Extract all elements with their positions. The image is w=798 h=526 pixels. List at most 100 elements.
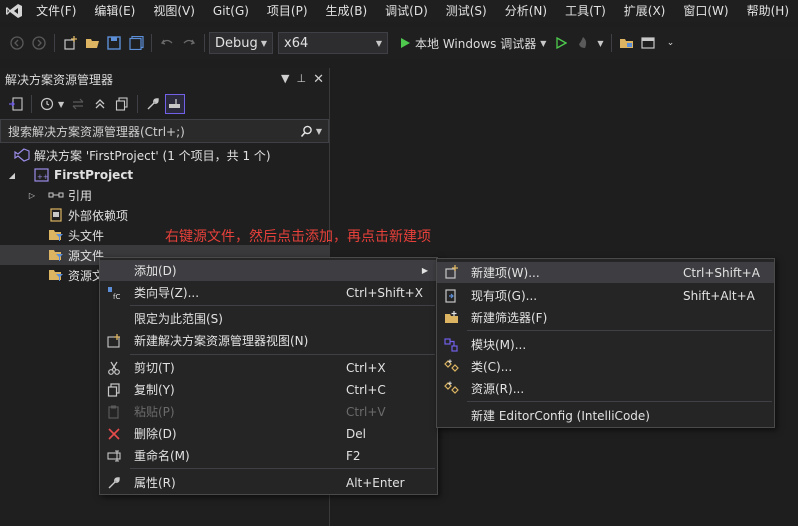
wrench-icon [106,475,122,491]
pending-changes-icon[interactable] [37,94,57,114]
chevron-down-icon[interactable]: ▼ [597,39,603,48]
solution-explorer-titlebar: 解决方案资源管理器 ▼ ⊥ ✕ [0,68,329,90]
forward-icon[interactable] [29,33,49,53]
menu-item-class-wizard[interactable]: fC 类向导(Z)... Ctrl+Shift+X [100,282,437,303]
solution-icon [14,148,30,162]
properties-icon[interactable] [143,94,163,114]
references-icon [48,188,64,202]
config-value: Debug [215,35,258,51]
panel-options-icon[interactable]: ▼ [281,72,289,87]
menu-project[interactable]: 项目(P) [258,0,317,22]
menu-item-existing-item[interactable]: 现有项(G)... Shift+Alt+A [437,285,774,306]
rename-icon [106,448,122,464]
start-without-debugging-icon[interactable] [551,33,571,53]
menu-item-shortcut: F2 [346,448,361,463]
menu-test[interactable]: 测试(S) [437,0,496,22]
hot-reload-icon[interactable] [573,33,593,53]
menu-item-label: 删除(D) [134,427,177,441]
external-deps-label: 外部依赖项 [68,208,129,223]
menu-debug[interactable]: 调试(D) [376,0,437,22]
chevron-down-icon[interactable]: ▼ [58,100,64,109]
menu-git[interactable]: Git(G) [204,0,258,22]
toolbar-separator [151,34,152,52]
menu-bar: 文件(F) 编辑(E) 视图(V) Git(G) 项目(P) 生成(B) 调试(… [0,0,798,22]
back-icon[interactable] [7,33,27,53]
tree-row-project[interactable]: ◢ ++ FirstProject [0,165,329,185]
expanded-triangle-icon[interactable]: ◢ [6,171,18,180]
collapsed-triangle-icon[interactable]: ▷ [26,191,38,200]
save-all-icon[interactable] [126,33,146,53]
sync-icon[interactable] [68,94,88,114]
menu-item-shortcut: Alt+Enter [346,475,405,490]
project-label: FirstProject [54,168,134,182]
window-layout-icon[interactable] [639,33,659,53]
preview-selected-icon[interactable] [165,94,186,114]
search-icon[interactable]: ▼ [300,125,322,138]
menu-item-new-view[interactable]: 新建解决方案资源管理器视图(N) [100,330,437,351]
new-item-icon [443,265,459,281]
menu-item-scope[interactable]: 限定为此范围(S) [100,308,437,329]
context-menu: 添加(D) ▶ fC 类向导(Z)... Ctrl+Shift+X 限定为此范围… [99,257,438,495]
start-debugging-button[interactable]: 本地 Windows 调试器 ▼ [396,35,550,52]
redo-icon[interactable] [179,33,199,53]
menu-item-label: 属性(R) [134,476,176,490]
show-all-files-icon[interactable] [112,94,132,114]
menu-window[interactable]: 窗口(W) [674,0,737,22]
save-icon[interactable] [104,33,124,53]
switch-views-icon[interactable] [6,94,26,114]
visual-studio-logo-icon[interactable] [0,0,27,22]
solution-explorer-search[interactable]: 搜索解决方案资源管理器(Ctrl+;) ▼ [0,119,329,143]
menu-item-editorconfig[interactable]: 新建 EditorConfig (IntelliCode) [437,405,774,426]
menu-item-copy[interactable]: 复制(Y) Ctrl+C [100,379,437,400]
new-filter-folder-icon [443,310,459,326]
menu-item-add[interactable]: 添加(D) ▶ [100,260,437,281]
toolbar-overflow-icon[interactable]: ⌄ [661,33,681,53]
menu-build[interactable]: 生成(B) [317,0,377,22]
open-file-icon[interactable] [82,33,102,53]
menu-analyze[interactable]: 分析(N) [496,0,556,22]
menu-item-label: 新建解决方案资源管理器视图(N) [134,334,309,348]
menu-item-module[interactable]: 模块(M)... [437,334,774,355]
toolbar-separator [54,34,55,52]
menu-item-label: 模块(M)... [471,338,527,352]
pin-icon[interactable]: ⊥ [297,72,307,87]
menu-item-label: 新建 EditorConfig (IntelliCode) [471,409,650,423]
menu-item-delete[interactable]: 删除(D) Del [100,423,437,444]
config-dropdown[interactable]: Debug ▼ [209,32,273,54]
menu-item-label: 类(C)... [471,360,513,374]
delete-x-icon [106,426,122,442]
tree-row-solution[interactable]: 解决方案 'FirstProject' (1 个项目，共 1 个) [0,145,329,165]
platform-dropdown[interactable]: x64 ▼ [278,32,388,54]
menu-item-paste[interactable]: 粘贴(P) Ctrl+V [100,401,437,422]
menu-tools[interactable]: 工具(T) [556,0,615,22]
solution-explorer-toolbar: ▼ [0,90,329,118]
cpp-project-icon: ++ [34,168,50,182]
menu-edit[interactable]: 编辑(E) [85,0,144,22]
menu-item-shortcut: Ctrl+Shift+A [683,265,760,280]
browse-icon[interactable] [617,33,637,53]
tree-row-references[interactable]: ▷ 引用 [0,185,329,205]
menu-item-cut[interactable]: 剪切(T) Ctrl+X [100,357,437,378]
menu-item-resource[interactable]: 资源(R)... [437,378,774,399]
menu-item-label: 粘贴(P) [134,405,175,419]
close-icon[interactable]: ✕ [313,72,324,87]
new-project-icon[interactable] [60,33,80,53]
menu-item-properties[interactable]: 属性(R) Alt+Enter [100,472,437,493]
menu-item-new-filter[interactable]: 新建筛选器(F) [437,307,774,328]
instruction-annotation: 右键源文件，然后点击添加，再点击新建项 [165,229,431,245]
undo-icon[interactable] [157,33,177,53]
menu-item-new-item[interactable]: 新建项(W)... Ctrl+Shift+A [437,262,774,283]
menu-item-rename[interactable]: 重命名(M) F2 [100,445,437,466]
module-icon [443,337,459,353]
menu-extensions[interactable]: 扩展(X) [615,0,675,22]
collapse-all-icon[interactable] [90,94,110,114]
menu-item-shortcut: Ctrl+X [346,360,386,375]
menu-item-label: 类向导(Z)... [134,286,200,300]
menu-item-class[interactable]: 类(C)... [437,356,774,377]
menu-separator [130,305,435,306]
menu-file[interactable]: 文件(F) [27,0,85,22]
menu-view[interactable]: 视图(V) [144,0,204,22]
chevron-down-icon: ▼ [375,38,382,48]
tree-row-external-deps[interactable]: 外部依赖项 [0,205,329,225]
menu-help[interactable]: 帮助(H) [738,0,798,22]
